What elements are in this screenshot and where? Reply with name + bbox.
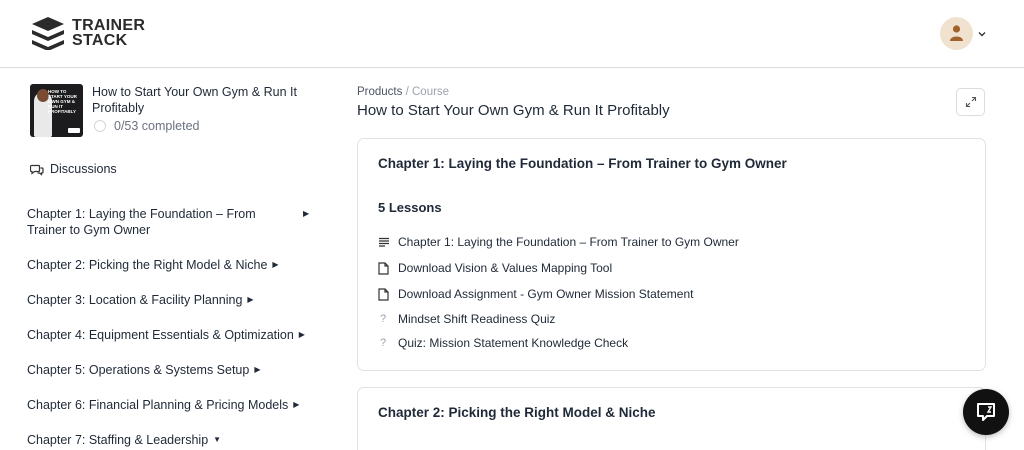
chapter-label: Chapter 6: Financial Planning & Pricing … xyxy=(27,398,289,412)
sidebar-chapter-6[interactable]: Chapter 6: Financial Planning & Pricing … xyxy=(27,397,317,413)
sidebar-chapter-2[interactable]: Chapter 2: Picking the Right Model & Nic… xyxy=(27,257,317,273)
chevron-down-icon[interactable] xyxy=(977,29,987,39)
sidebar-chapter-1[interactable]: Chapter 1: Laying the Foundation – From … xyxy=(27,206,317,238)
brand-line-1: TRAINER xyxy=(72,17,146,34)
breadcrumb: Products / Course xyxy=(357,86,449,98)
lesson-label: Chapter 1: Laying the Foundation – From … xyxy=(398,235,739,249)
chapter-label: Chapter 7: Staffing & Leadership xyxy=(27,433,209,447)
discussions-link[interactable]: Discussions xyxy=(30,162,117,176)
caret-right-icon: ▶ xyxy=(254,365,261,374)
chapter-label: Chapter 4: Equipment Essentials & Optimi… xyxy=(27,328,294,342)
breadcrumb-separator: / xyxy=(405,86,409,98)
breadcrumb-course: Course xyxy=(412,86,450,98)
course-info: How to Start Your Own Gym & Run It Profi… xyxy=(92,84,302,137)
chapter-label: Chapter 2: Picking the Right Model & Nic… xyxy=(27,258,268,272)
lesson-item-4[interactable]: ? Mindset Shift Readiness Quiz xyxy=(378,312,555,326)
caret-right-icon: ▶ xyxy=(298,330,305,339)
course-progress: 0/53 completed xyxy=(92,119,302,133)
page-title: How to Start Your Own Gym & Run It Profi… xyxy=(357,102,670,119)
progress-ring-icon xyxy=(94,120,106,132)
user-avatar-icon xyxy=(950,25,963,41)
caret-down-icon: ▼ xyxy=(213,435,222,444)
thumbnail-badge xyxy=(68,128,80,133)
expand-icon xyxy=(965,96,976,108)
document-icon xyxy=(378,261,392,275)
lesson-item-1[interactable]: Chapter 1: Laying the Foundation – From … xyxy=(378,235,739,249)
caret-right-icon: ▶ xyxy=(303,209,310,218)
breadcrumb-products[interactable]: Products xyxy=(357,86,402,98)
sidebar-chapter-7[interactable]: Chapter 7: Staffing & Leadership ▼ xyxy=(27,432,317,448)
sidebar-chapter-3[interactable]: Chapter 3: Location & Facility Planning … xyxy=(27,292,317,308)
lesson-item-5[interactable]: ? Quiz: Mission Statement Knowledge Chec… xyxy=(378,336,628,350)
lesson-label: Download Assignment - Gym Owner Mission … xyxy=(398,287,694,301)
chat-bubbles-icon xyxy=(30,164,44,176)
user-menu[interactable] xyxy=(940,17,987,50)
chapter-card-2: Chapter 2: Picking the Right Model & Nic… xyxy=(357,387,986,450)
chat-support-button[interactable] xyxy=(963,389,1009,435)
course-sidebar: HOW TO START YOUR OWN GYM & RUN IT PROFI… xyxy=(0,69,330,450)
top-header: TRAINER STACK xyxy=(0,0,1024,68)
chapter-label: Chapter 1: Laying the Foundation – From … xyxy=(27,207,256,237)
lesson-item-3[interactable]: Download Assignment - Gym Owner Mission … xyxy=(378,287,693,301)
lessons-count: 5 Lessons xyxy=(378,200,442,215)
lesson-label: Download Vision & Values Mapping Tool xyxy=(398,261,613,275)
expand-button[interactable] xyxy=(956,88,985,116)
discussions-label: Discussions xyxy=(50,162,117,176)
chat-icon xyxy=(977,403,995,421)
sidebar-chapter-5[interactable]: Chapter 5: Operations & Systems Setup ▶ xyxy=(27,362,317,378)
caret-right-icon: ▶ xyxy=(293,400,300,409)
progress-text: 0/53 completed xyxy=(114,119,200,133)
course-thumbnail: HOW TO START YOUR OWN GYM & RUN IT PROFI… xyxy=(30,84,83,137)
lesson-label: Quiz: Mission Statement Knowledge Check xyxy=(398,336,629,350)
chapter-label: Chapter 5: Operations & Systems Setup xyxy=(27,363,250,377)
brand-line-2: STACK xyxy=(72,32,128,49)
document-icon xyxy=(378,287,392,301)
stack-logo-icon xyxy=(32,17,64,50)
chapter-label: Chapter 3: Location & Facility Planning xyxy=(27,293,243,307)
question-icon: ? xyxy=(380,313,387,325)
chapter-card-title[interactable]: Chapter 1: Laying the Foundation – From … xyxy=(378,156,787,171)
lesson-label: Mindset Shift Readiness Quiz xyxy=(398,312,556,326)
question-icon: ? xyxy=(380,337,387,349)
brand-name: TRAINER STACK xyxy=(72,17,146,49)
text-lines-icon xyxy=(378,237,392,247)
caret-right-icon: ▶ xyxy=(247,295,254,304)
chapter-card-title[interactable]: Chapter 2: Picking the Right Model & Nic… xyxy=(378,405,656,420)
sidebar-chapter-4[interactable]: Chapter 4: Equipment Essentials & Optimi… xyxy=(27,327,317,343)
chapter-card-1: Chapter 1: Laying the Foundation – From … xyxy=(357,138,986,371)
brand-logo[interactable]: TRAINER STACK xyxy=(30,16,145,50)
caret-right-icon: ▶ xyxy=(272,260,279,269)
avatar[interactable] xyxy=(940,17,973,50)
lesson-item-2[interactable]: Download Vision & Values Mapping Tool xyxy=(378,261,612,275)
course-title: How to Start Your Own Gym & Run It Profi… xyxy=(92,85,297,115)
main-content: Products / Course How to Start Your Own … xyxy=(357,69,987,450)
course-summary[interactable]: HOW TO START YOUR OWN GYM & RUN IT PROFI… xyxy=(30,84,302,137)
chapter-list: Chapter 1: Laying the Foundation – From … xyxy=(27,206,317,450)
thumbnail-text: HOW TO START YOUR OWN GYM & RUN IT PROFI… xyxy=(48,89,77,114)
